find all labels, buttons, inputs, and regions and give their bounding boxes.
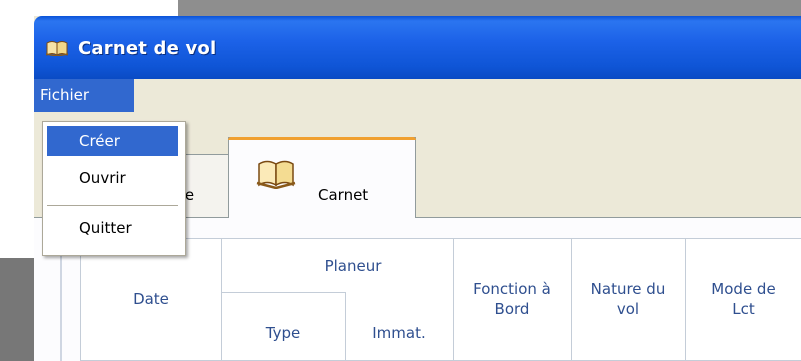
menu-separator <box>47 205 178 206</box>
col-header-fonction-line1: Fonction à <box>473 280 551 298</box>
book-icon <box>256 160 296 189</box>
logbook-table[interactable]: Date Planeur Type Immat. Fonction à Bord… <box>80 238 801 361</box>
col-header-mode[interactable]: Mode de Lct <box>685 279 801 319</box>
background-strip <box>178 0 801 16</box>
menu-bar <box>34 79 801 112</box>
col-header-nature-line1: Nature du <box>590 280 666 298</box>
col-header-type[interactable]: Type <box>221 323 345 343</box>
col-header-mode-line2: Lct <box>732 300 755 318</box>
header-divider <box>221 292 345 293</box>
panel-border <box>60 238 62 361</box>
col-header-planeur[interactable]: Planeur <box>221 256 485 276</box>
menu-item-quitter[interactable]: Quitter <box>79 219 132 237</box>
tab-carnet-label: Carnet <box>318 186 369 204</box>
col-header-fonction-line2: Bord <box>494 300 530 318</box>
menu-fichier[interactable]: Fichier <box>34 79 134 112</box>
col-header-nature-line2: vol <box>616 300 640 318</box>
col-header-date[interactable]: Date <box>81 289 221 309</box>
col-header-fonction[interactable]: Fonction à Bord <box>453 279 571 319</box>
background-strip <box>0 258 36 361</box>
tab-selected-accent <box>228 137 416 140</box>
menu-item-creer[interactable]: Créer <box>79 132 120 150</box>
col-header-nature[interactable]: Nature du vol <box>571 279 685 319</box>
col-header-mode-line1: Mode de <box>711 280 776 298</box>
menu-item-ouvrir[interactable]: Ouvrir <box>79 169 126 187</box>
book-icon <box>46 41 68 56</box>
window-title: Carnet de vol <box>78 38 217 59</box>
title-bar[interactable]: Carnet de vol <box>34 16 801 79</box>
col-header-immat[interactable]: Immat. <box>345 323 453 343</box>
